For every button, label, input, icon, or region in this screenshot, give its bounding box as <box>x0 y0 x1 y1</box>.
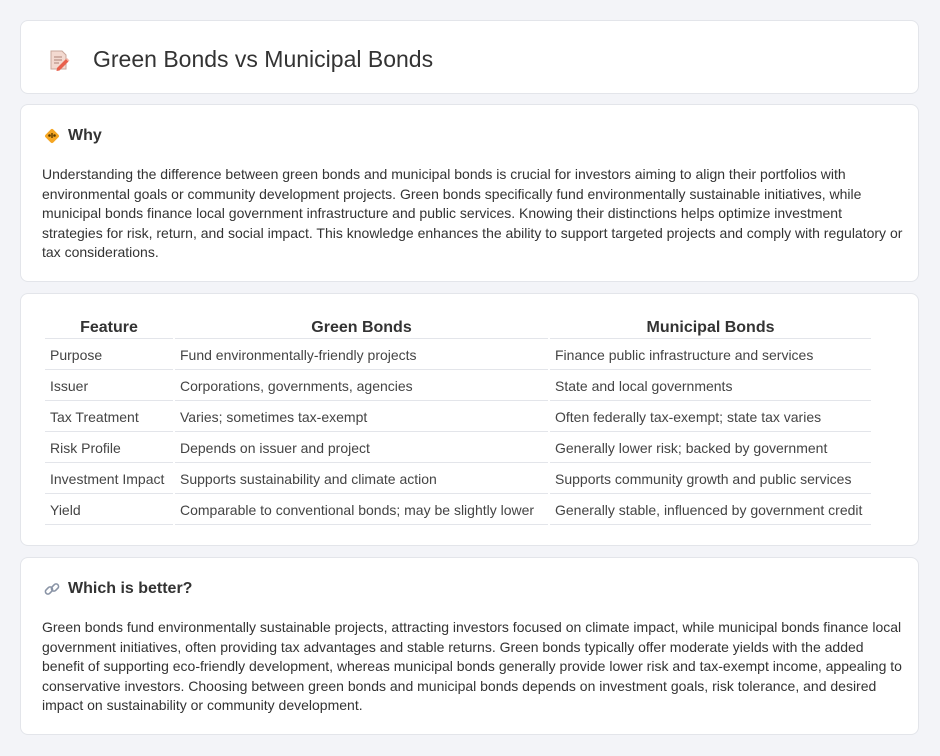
row-green: Corporations, governments, agencies <box>175 372 548 401</box>
better-text: Green bonds fund environmentally sustain… <box>42 619 902 714</box>
row-green: Varies; sometimes tax-exempt <box>175 403 548 432</box>
row-feature: Investment Impact <box>45 465 173 494</box>
row-green: Depends on issuer and project <box>175 434 548 463</box>
row-municipal: Often federally tax-exempt; state tax va… <box>550 403 871 432</box>
diamond-warning-icon <box>45 129 59 143</box>
table-row: Issuer Corporations, governments, agenci… <box>45 372 871 401</box>
row-green: Fund environmentally-friendly projects <box>175 341 548 370</box>
table-row: Yield Comparable to conventional bonds; … <box>45 496 871 525</box>
link-icon <box>44 583 60 595</box>
document-pencil-icon <box>50 50 70 71</box>
row-green: Supports sustainability and climate acti… <box>175 465 548 494</box>
header-green-bonds: Green Bonds <box>175 318 548 339</box>
row-feature: Issuer <box>45 372 173 401</box>
why-heading: Why <box>68 127 102 144</box>
row-municipal: Finance public infrastructure and servic… <box>550 341 871 370</box>
which-is-better-section: Which is better? Green bonds fund enviro… <box>20 557 919 735</box>
table-row: Risk Profile Depends on issuer and proje… <box>45 434 871 463</box>
row-feature: Risk Profile <box>45 434 173 463</box>
row-feature: Purpose <box>45 341 173 370</box>
why-section: Why Understanding the difference between… <box>20 104 919 282</box>
row-green: Comparable to conventional bonds; may be… <box>175 496 548 525</box>
title-row: Green Bonds vs Municipal Bonds <box>47 46 433 73</box>
header-feature: Feature <box>45 318 173 339</box>
table-header-row: Feature Green Bonds Municipal Bonds <box>45 318 871 339</box>
comparison-card: Feature Green Bonds Municipal Bonds Purp… <box>20 293 919 546</box>
table-row: Purpose Fund environmentally-friendly pr… <box>45 341 871 370</box>
why-text: Understanding the difference between gre… <box>42 166 903 261</box>
table-row: Tax Treatment Varies; sometimes tax-exem… <box>45 403 871 432</box>
row-feature: Tax Treatment <box>45 403 173 432</box>
row-municipal: Generally stable, influenced by governme… <box>550 496 871 525</box>
comparison-table: Feature Green Bonds Municipal Bonds Purp… <box>43 316 873 527</box>
row-municipal: Supports community growth and public ser… <box>550 465 871 494</box>
title-card: Green Bonds vs Municipal Bonds <box>20 20 919 94</box>
row-municipal: Generally lower risk; backed by governme… <box>550 434 871 463</box>
header-municipal-bonds: Municipal Bonds <box>550 318 871 339</box>
row-municipal: State and local governments <box>550 372 871 401</box>
why-header: Why <box>43 127 102 145</box>
better-heading: Which is better? <box>68 580 193 597</box>
row-feature: Yield <box>45 496 173 525</box>
page-title: Green Bonds vs Municipal Bonds <box>93 46 434 72</box>
better-header: Which is better? <box>43 580 192 598</box>
table-row: Investment Impact Supports sustainabilit… <box>45 465 871 494</box>
